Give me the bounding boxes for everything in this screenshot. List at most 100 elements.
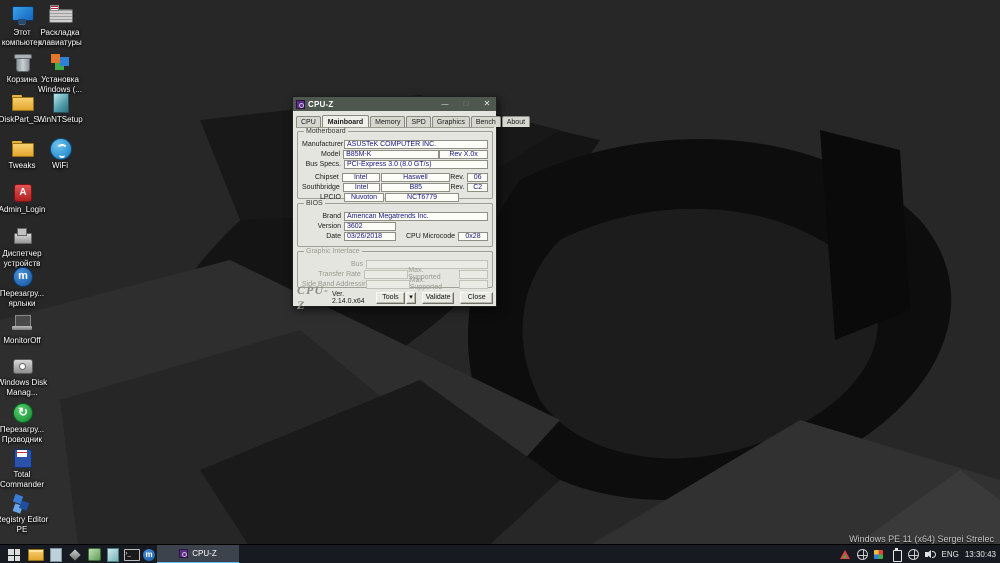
desktop-icon-reload-shortcuts[interactable]: Перезагру... ярлыки: [0, 266, 49, 308]
southbridge-vendor-field[interactable]: Intel: [342, 183, 381, 192]
chipset-label: Chipset: [314, 174, 339, 181]
desktop-icon-winntsetup[interactable]: WinNTSetup: [33, 92, 87, 125]
chipset-rev-label: Rev.: [450, 174, 465, 181]
desktop: Этот компьютер Раскладка клавиатуры Корз…: [0, 0, 1000, 563]
wallpaper-art: [0, 0, 1000, 563]
minstall-icon[interactable]: [141, 545, 157, 563]
desktop-icon-admin-login[interactable]: Admin_Login: [0, 182, 49, 215]
os-watermark: Windows PE 11 (x64) Sergei Strelec: [849, 534, 994, 544]
winntsetup-icon: [48, 92, 72, 113]
lpcio-name-field[interactable]: NCT6779: [385, 193, 459, 202]
tab-about[interactable]: About: [501, 116, 531, 127]
m-circle-icon: [10, 266, 34, 287]
language-indicator[interactable]: ENG: [942, 550, 959, 559]
desktop-icon-registry-editor[interactable]: Registry Editor PE: [0, 492, 49, 534]
cpuz-task-icon: [179, 549, 189, 558]
model-rev-field[interactable]: Rev X.0x: [439, 150, 488, 159]
wifi-icon: [48, 138, 72, 160]
desktop-icon-label: MonitorOff: [3, 336, 41, 345]
network-globe-tray-icon[interactable]: [856, 549, 868, 560]
tab-cpu[interactable]: CPU: [296, 116, 321, 127]
display-colors-tray-icon[interactable]: [873, 549, 885, 560]
validate-button[interactable]: Validate: [421, 292, 455, 304]
maximize-button: [460, 97, 472, 111]
lpcio-vendor-field[interactable]: Nuvoton: [344, 193, 384, 202]
usb-device-tray-icon[interactable]: [891, 548, 902, 562]
bus-specs-field[interactable]: PCI-Express 3.0 (8.0 GT/s): [344, 160, 488, 169]
hardware-monitor-tray-icon[interactable]: [839, 549, 851, 560]
gfx-bus-label: Bus: [350, 260, 363, 268]
cpu-microcode-field[interactable]: 0x28: [458, 232, 488, 241]
close-button[interactable]: Close: [460, 292, 494, 304]
tab-spd[interactable]: SPD: [406, 116, 431, 127]
max-supported-label: Max. Supported: [409, 277, 443, 291]
admin-login-icon: [10, 182, 34, 203]
bios-group: BIOS Brand American Megatrends Inc. Vers…: [297, 200, 493, 247]
desktop-icon-label: Перезагру... ярлыки: [0, 289, 45, 308]
desktop-icon-label: WiFi: [52, 161, 68, 170]
southbridge-name-field[interactable]: B85: [381, 183, 451, 192]
desktop-icon-label: Admin_Login: [0, 205, 46, 214]
close-icon[interactable]: [481, 97, 493, 111]
desktop-icon-label: Раскладка клавиатуры: [38, 28, 82, 47]
device-manager-icon: [10, 226, 34, 247]
teal-app-icon[interactable]: [105, 545, 121, 563]
folder-icon: [10, 138, 34, 159]
southbridge-label: Southbridge: [302, 184, 340, 191]
southbridge-rev-label: Rev.: [450, 184, 465, 191]
green-app-icon[interactable]: [86, 545, 102, 563]
tools-dropdown-icon[interactable]: ▾: [406, 292, 416, 304]
tab-bench[interactable]: Bench: [470, 116, 501, 127]
command-prompt-icon[interactable]: [123, 545, 140, 563]
titlebar[interactable]: CPU-Z: [293, 97, 496, 111]
max-supported-field: [459, 279, 488, 289]
desktop-icon-restart-explorer[interactable]: Перезагру... Проводник: [0, 402, 49, 444]
desktop-icon-wifi[interactable]: WiFi: [33, 138, 87, 171]
refresh-icon: [10, 402, 34, 423]
desktop-icon-disk-management[interactable]: Windows Disk Manag...: [0, 355, 49, 397]
desktop-icon-label: Registry Editor PE: [0, 515, 49, 534]
model-field[interactable]: B85M-K: [343, 150, 440, 159]
floppy-icon: [10, 447, 34, 468]
clock[interactable]: 13:30:43: [965, 550, 996, 559]
desktop-icon-windows-setup[interactable]: Установка Windows (...: [33, 52, 87, 94]
desktop-icon-label: WinNTSetup: [37, 115, 83, 124]
tab-graphics[interactable]: Graphics: [431, 116, 470, 127]
desktop-icon-device-manager[interactable]: Диспетчер устройств: [0, 226, 49, 268]
minimize-button[interactable]: [439, 97, 451, 112]
tools-button[interactable]: Tools: [375, 292, 406, 304]
desktop-icon-label: Total Commander: [0, 470, 44, 489]
desktop-icon-total-commander[interactable]: Total Commander: [0, 447, 49, 489]
manufacturer-field[interactable]: ASUSTeK COMPUTER INC.: [344, 140, 488, 149]
model-label: Model: [321, 151, 341, 158]
desktop-icon-keyboard-layout[interactable]: Раскладка клавиатуры: [33, 5, 87, 47]
group-legend: BIOS: [304, 200, 325, 207]
windows-setup-icon: [48, 52, 72, 73]
system-tray: ENG 13:30:43: [839, 545, 996, 563]
diamond-app-icon[interactable]: [67, 545, 83, 563]
desktop-icon-monitor-off[interactable]: MonitorOff: [0, 313, 49, 346]
manufacturer-label: Manufacturer: [302, 141, 344, 148]
cpu-microcode-label: CPU Microcode: [405, 233, 455, 240]
cpuz-logo: CPU-Z: [297, 283, 329, 312]
southbridge-rev-field[interactable]: C2: [467, 183, 488, 192]
start-button[interactable]: [4, 545, 24, 563]
taskbar: CPU-Z ENG 13:30:43: [0, 544, 1000, 563]
version-field[interactable]: 3602: [344, 222, 396, 231]
cpuz-task-button[interactable]: CPU-Z: [157, 545, 239, 563]
brand-field[interactable]: American Megatrends Inc.: [344, 212, 488, 221]
volume-icon[interactable]: [924, 549, 936, 560]
tab-memory[interactable]: Memory: [370, 116, 406, 127]
this-pc-icon: [10, 5, 34, 26]
transfer-rate-label: Transfer Rate: [318, 270, 361, 278]
chipset-name-field[interactable]: Haswell: [380, 173, 451, 182]
document-app-icon[interactable]: [48, 545, 64, 563]
cpuz-window: CPU-Z CPU Mainboard Memory SPD Graphics …: [292, 96, 531, 312]
chipset-rev-field[interactable]: 06: [467, 173, 488, 182]
chipset-vendor-field[interactable]: Intel: [341, 173, 380, 182]
tab-bar: CPU Mainboard Memory SPD Graphics Bench …: [296, 114, 531, 128]
transfer-rate-field: [363, 269, 409, 279]
internet-tray-icon[interactable]: [907, 549, 919, 560]
file-explorer-icon[interactable]: [27, 545, 45, 563]
date-field[interactable]: 03/26/2018: [344, 232, 396, 241]
